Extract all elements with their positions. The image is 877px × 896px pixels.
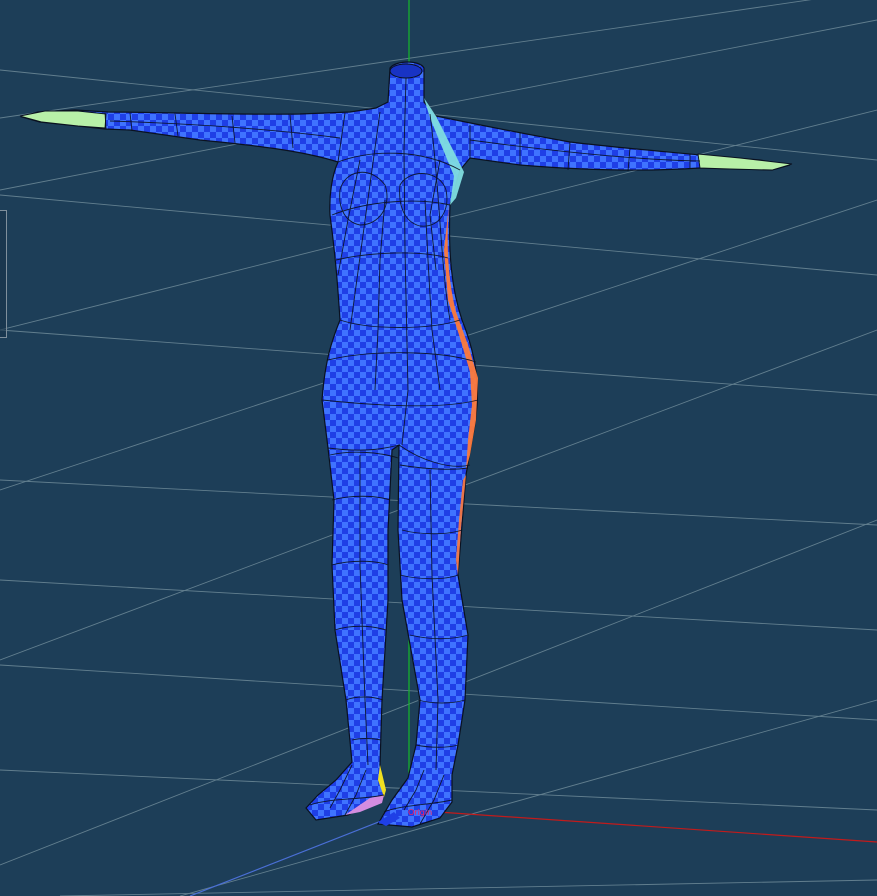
viewport-scene[interactable]: Origin [0, 0, 877, 896]
x-axis-line [408, 809, 877, 843]
neck-opening [389, 63, 423, 79]
collapsed-side-panel[interactable] [0, 210, 7, 338]
origin-label: Origin [408, 808, 432, 817]
3d-viewport[interactable]: Origin [0, 0, 877, 896]
right-hand [697, 153, 793, 171]
character-mesh[interactable] [19, 61, 793, 828]
left-hand [19, 110, 107, 129]
z-axis-line [189, 809, 410, 896]
